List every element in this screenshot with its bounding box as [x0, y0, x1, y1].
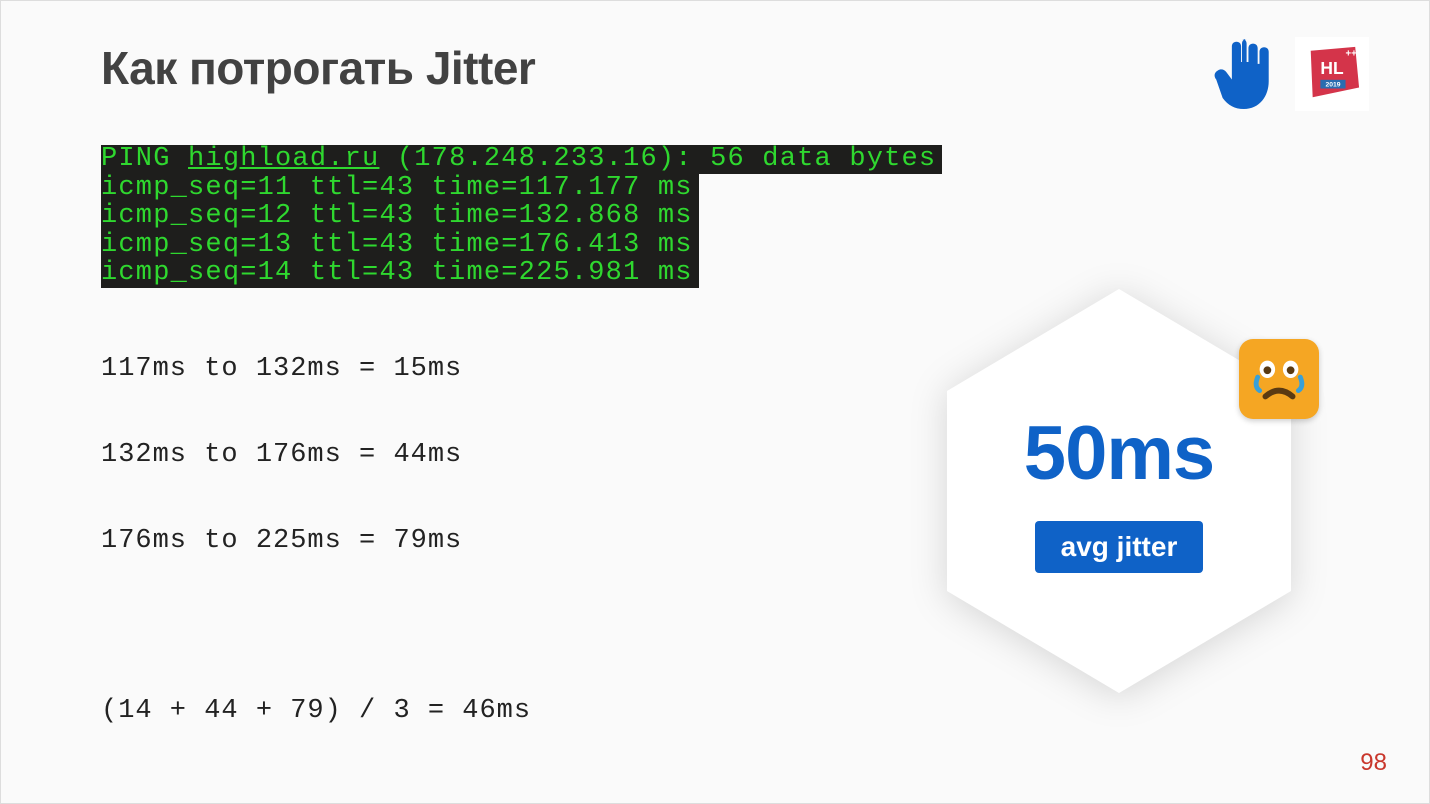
svg-text:HL: HL: [1320, 58, 1344, 78]
hl-2019-logo: HL 2019 ++: [1295, 37, 1369, 111]
terminal-output: PING highload.ru (178.248.233.16): 56 da…: [101, 145, 942, 288]
terminal-line: icmp_seq=12 ttl=43 time=132.868 ms: [101, 202, 699, 231]
terminal-line: icmp_seq=11 ttl=43 time=117.177 ms: [101, 174, 699, 203]
jitter-label: avg jitter: [1035, 521, 1204, 573]
header-logos: HL 2019 ++: [1213, 37, 1369, 111]
svg-text:2019: 2019: [1325, 82, 1340, 89]
ping-host: highload.ru: [188, 144, 379, 174]
ping-header: PING highload.ru (178.248.233.16): 56 da…: [101, 145, 942, 174]
svg-text:++: ++: [1346, 49, 1358, 60]
hand-icon: [1213, 39, 1271, 109]
ping-suffix: (178.248.233.16): 56 data bytes: [379, 144, 936, 174]
terminal-line: icmp_seq=13 ttl=43 time=176.413 ms: [101, 231, 699, 260]
jitter-badge: 50ms avg jitter: [929, 281, 1309, 701]
terminal-line: icmp_seq=14 ttl=43 time=225.981 ms: [101, 259, 699, 288]
slide: HL 2019 ++ Как потрогать Jitter PING hig…: [1, 1, 1429, 803]
jitter-value: 50ms: [1024, 410, 1214, 497]
calc-average: (14 + 44 + 79) / 3 = 46ms: [101, 697, 1339, 726]
sad-face-icon: [1239, 339, 1319, 419]
ping-prefix: PING: [101, 144, 188, 174]
slide-title: Как потрогать Jitter: [101, 41, 1339, 95]
page-number: 98: [1360, 749, 1387, 777]
